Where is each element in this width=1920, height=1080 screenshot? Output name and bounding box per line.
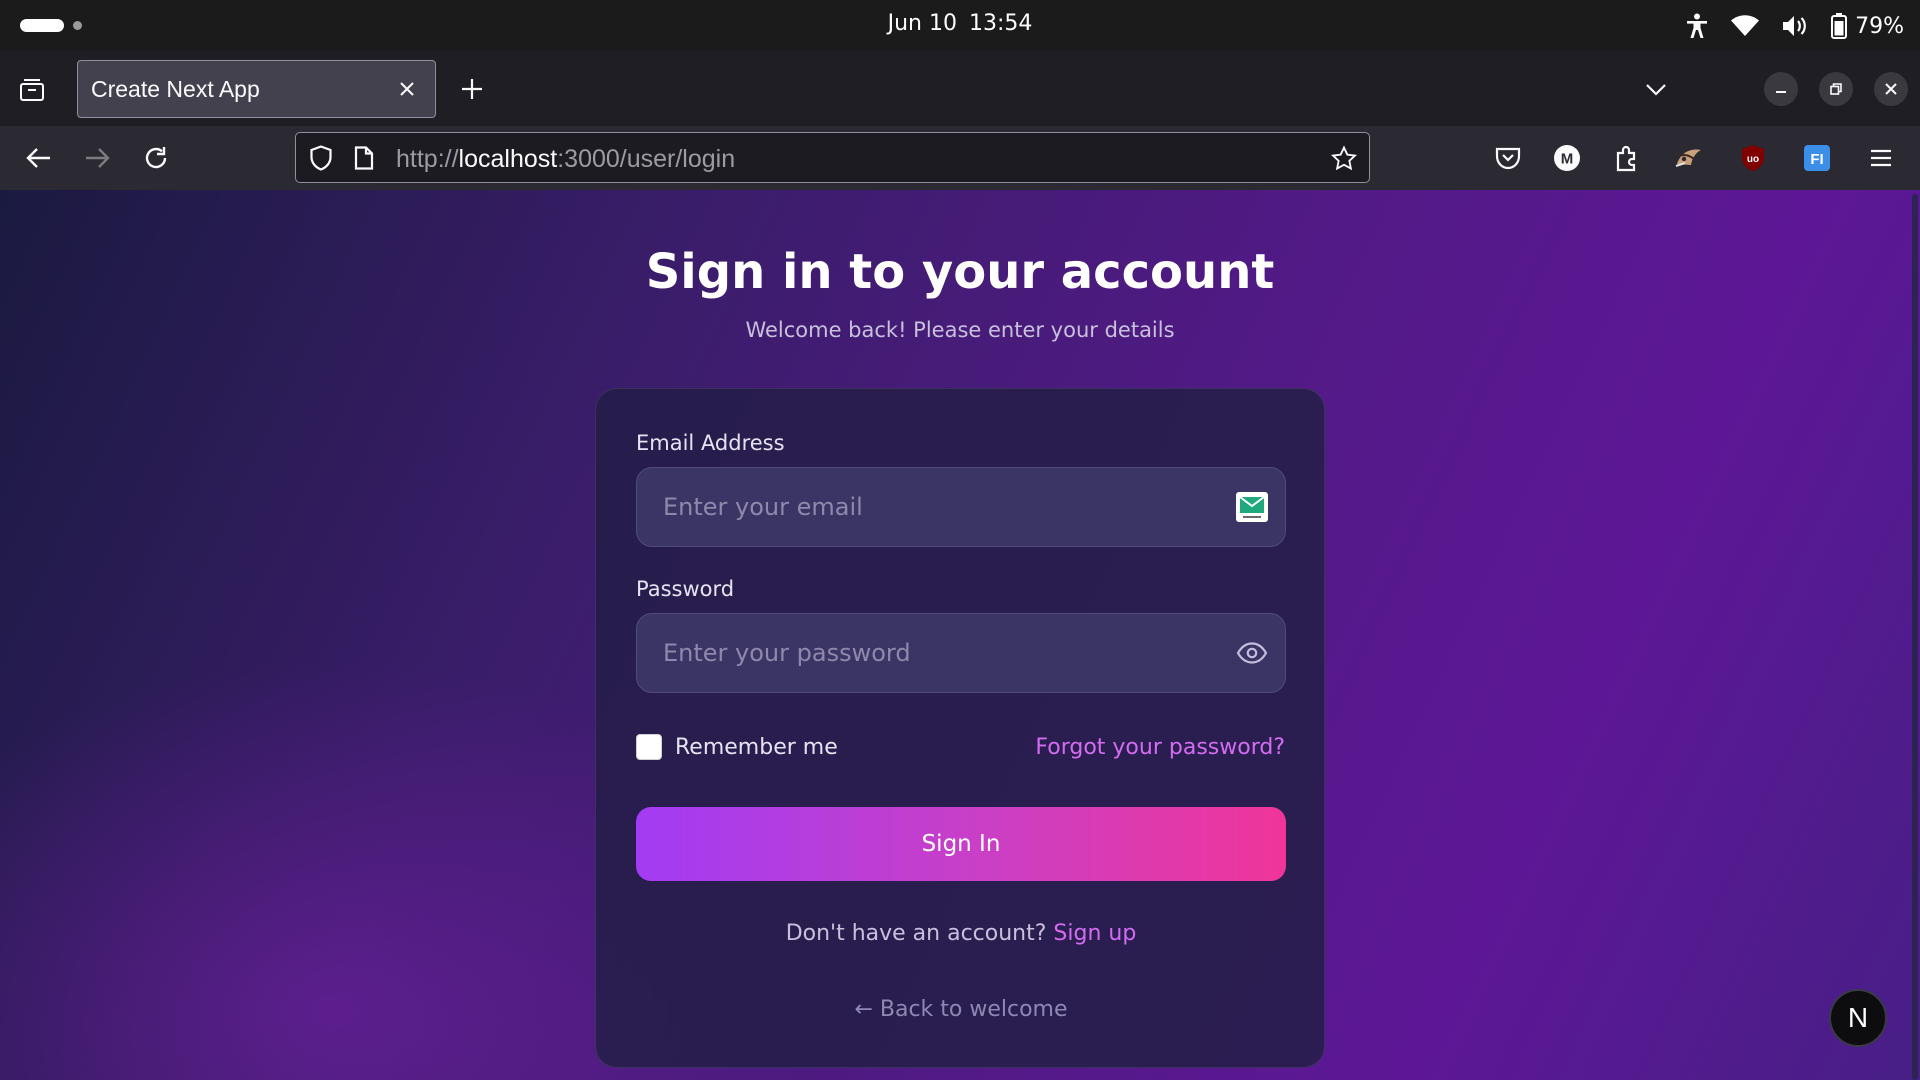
- sign-up-link[interactable]: Sign up: [1053, 921, 1136, 946]
- temp-mail-icon[interactable]: [1235, 491, 1269, 523]
- m-extension-icon[interactable]: M: [1551, 142, 1583, 174]
- reload-icon[interactable]: [138, 140, 174, 176]
- remember-me-label[interactable]: Remember me: [675, 735, 838, 760]
- os-top-bar: Jun 10 13:54 79%: [0, 0, 1920, 51]
- email-field-wrapper: [636, 467, 1286, 547]
- accessibility-icon[interactable]: [1685, 13, 1709, 39]
- list-all-tabs-chevron-down-icon[interactable]: [1640, 73, 1672, 105]
- minimize-window-icon[interactable]: [1764, 72, 1798, 106]
- os-time: 13:54: [968, 11, 1033, 36]
- custom-extension-icon[interactable]: [1672, 142, 1704, 174]
- m-extension-label: M: [1561, 151, 1574, 168]
- remember-me-checkbox[interactable]: [636, 734, 662, 760]
- page-viewport: Sign in to your account Welcome back! Pl…: [0, 190, 1920, 1080]
- extensions-puzzle-icon[interactable]: [1611, 142, 1643, 174]
- browser-tab-strip: Create Next App: [0, 51, 1920, 126]
- os-clock[interactable]: Jun 10 13:54: [0, 11, 1920, 36]
- show-password-eye-icon[interactable]: [1235, 637, 1269, 669]
- battery-percentage: 79%: [1855, 13, 1904, 39]
- forward-arrow-icon[interactable]: [79, 140, 115, 176]
- ublock-label: uo: [1747, 154, 1759, 165]
- password-input[interactable]: [637, 614, 1197, 692]
- pocket-icon[interactable]: [1492, 142, 1524, 174]
- url-text: http://localhost:3000/user/login: [396, 145, 735, 174]
- login-card: Email Address Password Remember me Forgo…: [595, 388, 1325, 1068]
- email-label: Email Address: [636, 431, 785, 455]
- password-field-wrapper: [636, 613, 1286, 693]
- fi-extension-label: FI: [1810, 151, 1823, 168]
- url-path: :3000/user/login: [557, 145, 736, 173]
- browser-navigation-bar: http://localhost:3000/user/login M uo FI: [0, 126, 1920, 190]
- fi-extension-icon[interactable]: FI: [1801, 142, 1833, 174]
- url-host: localhost: [458, 145, 558, 173]
- nextjs-dev-badge[interactable]: N: [1829, 989, 1887, 1047]
- new-tab-icon[interactable]: [456, 71, 488, 107]
- battery-icon[interactable]: [1831, 13, 1848, 39]
- bookmark-star-icon[interactable]: [1331, 145, 1357, 171]
- tab-create-next-app[interactable]: Create Next App: [77, 60, 436, 118]
- ublock-icon[interactable]: uo: [1737, 142, 1769, 174]
- close-window-icon[interactable]: [1874, 72, 1908, 106]
- signup-prompt-line: Don't have an account? Sign up: [596, 921, 1326, 946]
- email-input[interactable]: [637, 468, 1197, 546]
- page-info-icon[interactable]: [351, 145, 377, 171]
- volume-icon[interactable]: [1781, 14, 1809, 38]
- firefox-view-icon[interactable]: [14, 71, 50, 107]
- close-tab-icon[interactable]: [393, 75, 421, 103]
- os-date: Jun 10: [887, 11, 957, 36]
- forgot-password-link[interactable]: Forgot your password?: [1035, 735, 1285, 760]
- sign-in-button[interactable]: Sign In: [636, 807, 1286, 881]
- url-scheme: http://: [396, 145, 459, 173]
- back-to-welcome-link[interactable]: ← Back to welcome: [596, 997, 1326, 1022]
- password-label: Password: [636, 577, 735, 601]
- signup-prompt-text: Don't have an account?: [785, 921, 1047, 946]
- tab-title: Create Next App: [91, 76, 260, 102]
- page-subtitle: Welcome back! Please enter your details: [745, 318, 1175, 342]
- remember-me-row: Remember me: [636, 734, 838, 760]
- hamburger-menu-icon[interactable]: [1865, 142, 1897, 174]
- address-bar[interactable]: http://localhost:3000/user/login: [295, 132, 1370, 183]
- wifi-icon[interactable]: [1731, 15, 1760, 37]
- page-title: Sign in to your account: [645, 244, 1275, 300]
- restore-window-icon[interactable]: [1819, 72, 1853, 106]
- back-arrow-icon[interactable]: [21, 140, 57, 176]
- shield-icon[interactable]: [308, 145, 334, 171]
- system-tray[interactable]: 79%: [1685, 10, 1904, 42]
